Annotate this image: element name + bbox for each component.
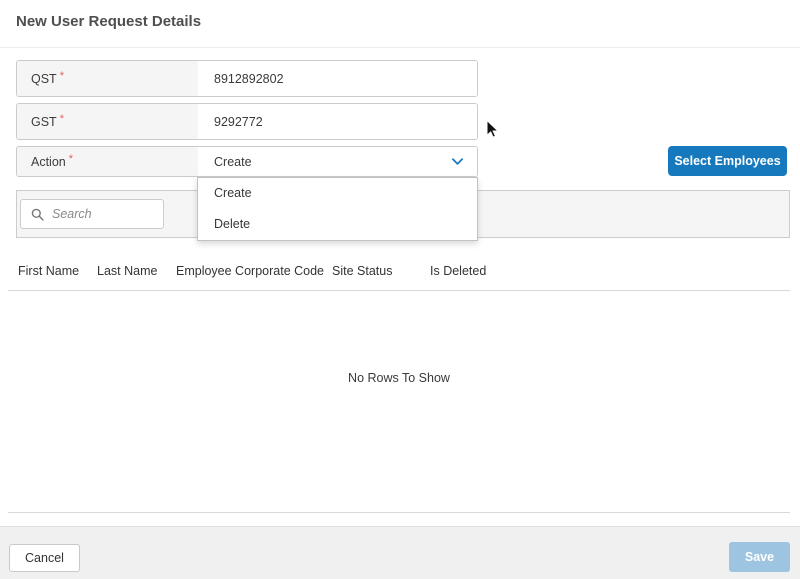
column-header-first-name[interactable]: First Name xyxy=(18,264,97,278)
search-icon xyxy=(31,208,44,221)
field-row-gst: GST* 9292772 xyxy=(16,103,478,140)
save-button[interactable]: Save xyxy=(729,542,790,572)
column-header-site-status[interactable]: Site Status xyxy=(332,264,430,278)
qst-label-text: QST xyxy=(31,72,57,86)
search-input[interactable] xyxy=(52,207,152,221)
qst-input[interactable]: 8912892802 xyxy=(198,61,477,96)
action-select[interactable]: Create xyxy=(198,147,477,176)
action-label-text: Action xyxy=(31,155,66,169)
select-employees-button[interactable]: Select Employees xyxy=(668,146,787,176)
page-title: New User Request Details xyxy=(16,13,201,30)
mouse-cursor xyxy=(486,120,500,145)
field-row-action: Action* Create xyxy=(16,146,478,177)
cancel-button[interactable]: Cancel xyxy=(9,544,80,572)
column-header-last-name[interactable]: Last Name xyxy=(97,264,176,278)
field-row-qst: QST* 8912892802 xyxy=(16,60,478,97)
new-user-request-page: New User Request Details QST* 8912892802… xyxy=(0,0,800,579)
column-header-employee-corporate-code[interactable]: Employee Corporate Code xyxy=(176,264,332,278)
dropdown-option-delete[interactable]: Delete xyxy=(198,209,477,240)
action-dropdown-menu: Create Delete xyxy=(197,177,478,241)
gst-label-text: GST xyxy=(31,115,57,129)
table-header-row: First Name Last Name Employee Corporate … xyxy=(18,252,790,290)
chevron-down-icon xyxy=(450,154,465,169)
gst-input[interactable]: 9292772 xyxy=(198,104,477,139)
footer-bar: Cancel Save xyxy=(0,526,800,579)
qst-label: QST* xyxy=(17,61,198,96)
column-header-is-deleted[interactable]: Is Deleted xyxy=(430,264,790,278)
search-box[interactable] xyxy=(20,199,164,229)
title-divider xyxy=(0,47,800,48)
table-bottom-divider xyxy=(8,512,790,513)
dropdown-option-create[interactable]: Create xyxy=(198,178,477,209)
action-label: Action* xyxy=(17,147,198,176)
qst-required-marker: * xyxy=(60,70,64,82)
gst-required-marker: * xyxy=(60,113,64,125)
table-header-divider xyxy=(8,290,790,291)
action-select-value: Create xyxy=(214,155,252,169)
table-empty-message: No Rows To Show xyxy=(8,371,790,385)
action-required-marker: * xyxy=(69,153,73,165)
gst-label: GST* xyxy=(17,104,198,139)
